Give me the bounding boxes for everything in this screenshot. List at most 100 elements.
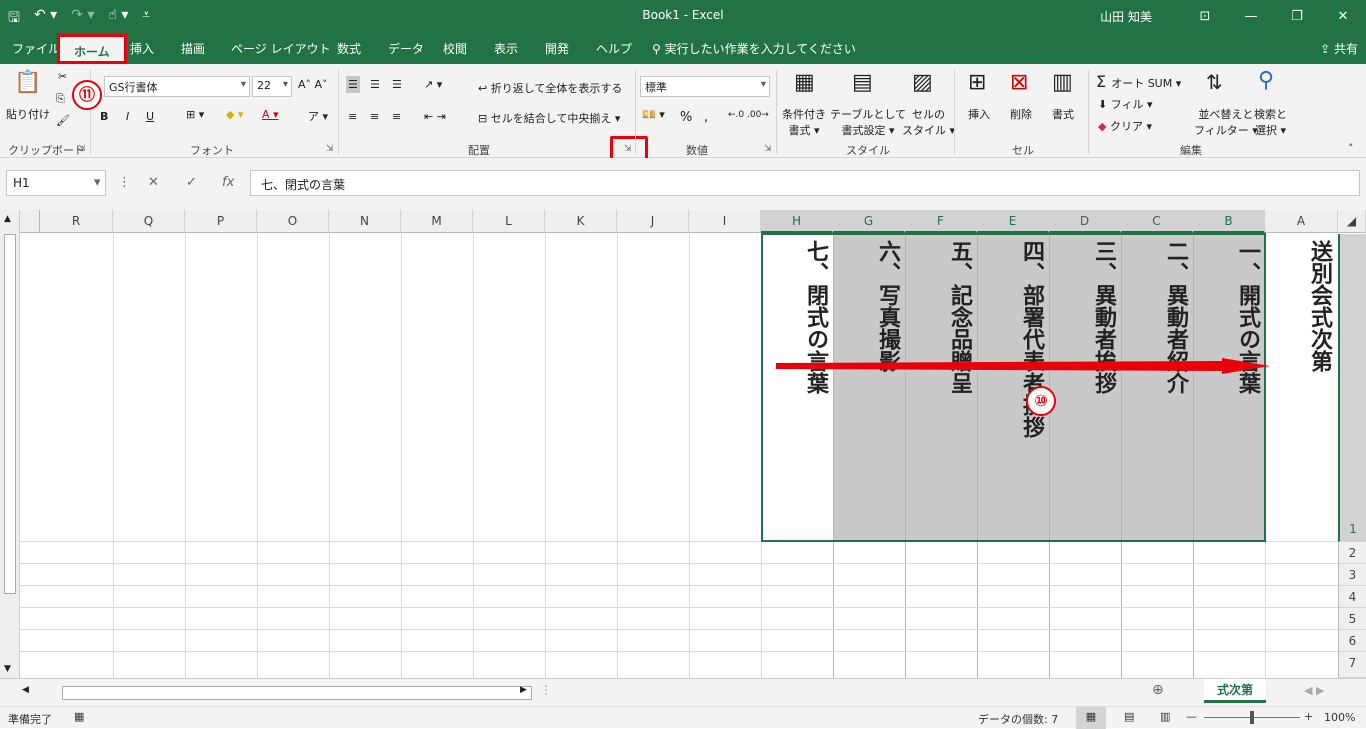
- tab-page-layout[interactable]: ページ レイアウト: [231, 40, 331, 57]
- phonetic-icon[interactable]: ア ▾: [308, 108, 328, 124]
- middle-align-icon[interactable]: ☰: [370, 78, 380, 91]
- row-header-2[interactable]: 2: [1338, 542, 1366, 564]
- worksheet-grid[interactable]: ▲ ▼ R Q P O N M L K J I H G F E D C B A …: [0, 210, 1366, 678]
- horizontal-scrollbar[interactable]: [62, 686, 532, 700]
- collapse-ribbon-icon[interactable]: ˄: [1348, 142, 1354, 155]
- merge-center-button[interactable]: ⊟ セルを結合して中央揃え ▾: [478, 110, 620, 126]
- row-header-1[interactable]: 1: [1338, 234, 1366, 542]
- cut-icon[interactable]: ✂: [58, 70, 67, 83]
- zoom-level[interactable]: 100%: [1324, 711, 1355, 724]
- tab-view[interactable]: 表示: [494, 40, 518, 57]
- delete-cells-icon[interactable]: ⊠: [1010, 70, 1028, 95]
- formula-input[interactable]: 七、閉式の言葉: [250, 170, 1360, 196]
- alignment-launcher-icon[interactable]: ⇲: [624, 144, 632, 154]
- clipboard-launcher-icon[interactable]: ⇲: [78, 144, 86, 154]
- fill-button[interactable]: ⬇ フィル ▾: [1098, 96, 1153, 112]
- column-header-q[interactable]: Q: [113, 210, 185, 233]
- number-format-combo[interactable]: 標準: [640, 76, 770, 97]
- comma-button[interactable]: ,: [704, 110, 708, 125]
- column-header-p[interactable]: P: [185, 210, 257, 233]
- delete-cells-button[interactable]: 削除: [1010, 106, 1032, 122]
- format-cells-button[interactable]: 書式: [1052, 106, 1074, 122]
- font-size-combo[interactable]: 22: [252, 76, 292, 97]
- number-launcher-icon[interactable]: ⇲: [764, 144, 772, 154]
- column-header-a[interactable]: A: [1265, 210, 1338, 233]
- column-header-e[interactable]: E: [977, 210, 1049, 233]
- cell-a1[interactable]: 送別会式次第: [1265, 240, 1337, 372]
- tab-draw[interactable]: 描画: [181, 40, 205, 57]
- column-header-i[interactable]: I: [689, 210, 761, 233]
- italic-button[interactable]: I: [126, 110, 129, 123]
- restore-icon[interactable]: ❐: [1274, 9, 1320, 24]
- enter-icon[interactable]: ✓: [186, 175, 197, 190]
- column-header-m[interactable]: M: [401, 210, 473, 233]
- sort-filter-icon[interactable]: ⇅: [1206, 70, 1223, 94]
- align-right-icon[interactable]: ≡: [392, 110, 401, 123]
- wrap-text-button[interactable]: ↩ 折り返して全体を表示する: [478, 80, 622, 96]
- tab-review[interactable]: 校閲: [443, 40, 467, 57]
- row-header-3[interactable]: 3: [1338, 564, 1366, 586]
- insert-cells-icon[interactable]: ⊞: [968, 70, 986, 95]
- scroll-up-icon[interactable]: ▲: [4, 214, 11, 224]
- page-layout-view-icon[interactable]: ▤: [1124, 710, 1134, 723]
- insert-cells-button[interactable]: 挿入: [968, 106, 990, 122]
- underline-button[interactable]: U: [146, 110, 154, 123]
- column-header-n[interactable]: N: [329, 210, 401, 233]
- find-select-button[interactable]: 検索と 選択 ▾: [1254, 106, 1287, 138]
- tab-scroll-icon[interactable]: ◀ ▶: [1304, 684, 1324, 697]
- align-center-icon[interactable]: ≡: [370, 110, 379, 123]
- tell-me-search[interactable]: ⚲ 実行したい作業を入力してください: [652, 40, 856, 57]
- column-header-o[interactable]: O: [257, 210, 329, 233]
- cell-styles-icon[interactable]: ▨: [912, 70, 933, 95]
- align-left-icon[interactable]: ≡: [348, 110, 357, 123]
- new-sheet-icon[interactable]: ⊕: [1152, 682, 1164, 698]
- sheet-tab-active[interactable]: 式次第: [1204, 679, 1266, 703]
- column-header-g[interactable]: G: [833, 210, 905, 233]
- name-box[interactable]: H1: [6, 170, 106, 196]
- column-header-j[interactable]: J: [617, 210, 689, 233]
- sort-filter-button[interactable]: 並べ替えと フィルター ▾: [1194, 106, 1258, 138]
- bottom-align-icon[interactable]: ☰: [392, 78, 402, 91]
- percent-button[interactable]: %: [680, 110, 692, 125]
- page-break-view-icon[interactable]: ▥: [1160, 710, 1170, 723]
- borders-icon[interactable]: ⊞ ▾: [186, 108, 204, 121]
- scroll-right-icon[interactable]: ▶: [520, 685, 527, 695]
- format-as-table-icon[interactable]: ▤: [852, 70, 873, 95]
- row-header-4[interactable]: 4: [1338, 586, 1366, 608]
- column-header-h[interactable]: H: [761, 210, 833, 233]
- zoom-out-icon[interactable]: —: [1186, 710, 1197, 723]
- accounting-icon[interactable]: 💴 ▾: [642, 108, 665, 121]
- cell-styles-button[interactable]: セルの スタイル ▾: [902, 106, 955, 138]
- row-header-5[interactable]: 5: [1338, 608, 1366, 630]
- tab-home[interactable]: ホーム: [57, 34, 127, 64]
- font-color-icon[interactable]: A ▾: [262, 108, 279, 121]
- format-painter-icon[interactable]: 🖌: [56, 114, 70, 127]
- zoom-in-icon[interactable]: +: [1304, 710, 1313, 723]
- column-header-r[interactable]: R: [40, 210, 113, 233]
- font-launcher-icon[interactable]: ⇲: [326, 144, 334, 154]
- user-name[interactable]: 山田 知美: [1100, 8, 1152, 25]
- zoom-slider-thumb[interactable]: [1250, 711, 1254, 724]
- grow-font-icon[interactable]: A˄ A˅: [298, 78, 328, 91]
- find-select-icon[interactable]: ⚲: [1258, 68, 1274, 93]
- name-box-dropdown-icon[interactable]: ▾: [94, 175, 101, 190]
- column-header-b[interactable]: B: [1193, 210, 1265, 233]
- decimal-icon[interactable]: ←.0 .00→: [728, 110, 769, 120]
- fill-color-icon[interactable]: ◆ ▾: [226, 108, 243, 121]
- vertical-scrollbar[interactable]: ▲ ▼: [0, 210, 20, 678]
- tab-formulas[interactable]: 数式: [337, 40, 361, 57]
- normal-view-icon[interactable]: ▦: [1076, 707, 1106, 729]
- autosum-button[interactable]: Σ オート SUM ▾: [1096, 72, 1181, 91]
- top-align-icon[interactable]: ☰: [346, 76, 360, 93]
- clear-button[interactable]: ◆ クリア ▾: [1098, 118, 1152, 134]
- column-header-d[interactable]: D: [1049, 210, 1121, 233]
- conditional-format-icon[interactable]: ▦: [794, 70, 815, 95]
- copy-icon[interactable]: ⎘: [56, 92, 65, 106]
- share-button[interactable]: ⇪ 共有: [1320, 40, 1358, 57]
- tab-data[interactable]: データ: [388, 40, 424, 57]
- paste-button[interactable]: 貼り付け: [6, 106, 50, 122]
- row-header-7[interactable]: 7: [1338, 652, 1366, 678]
- cancel-icon[interactable]: ✕: [148, 175, 159, 190]
- column-header-k[interactable]: K: [545, 210, 617, 233]
- ribbon-display-icon[interactable]: ⊡: [1182, 9, 1228, 24]
